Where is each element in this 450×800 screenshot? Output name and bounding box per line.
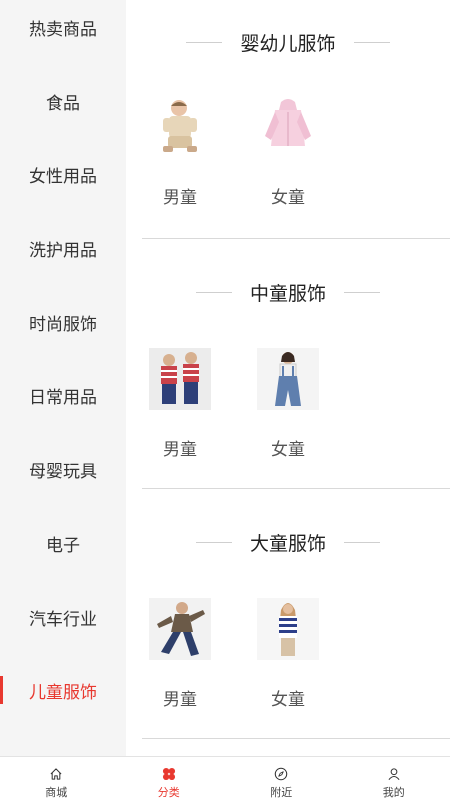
tile-label: 女童 xyxy=(271,188,305,208)
section-big-kids-clothing: 大童服饰 男童 女童 xyxy=(126,500,450,750)
tile-label: 男童 xyxy=(163,188,197,208)
sidebar-item-daily[interactable]: 日常用品 xyxy=(0,375,126,415)
app-root: 热卖商品 食品 女性用品 洗护用品 时尚服饰 日常用品 母婴玩具 电子 汽车行业… xyxy=(0,0,450,800)
tab-label: 我的 xyxy=(382,786,405,799)
section-title-text: 中童服饰 xyxy=(249,282,326,305)
category-sidebar: 热卖商品 食品 女性用品 洗护用品 时尚服饰 日常用品 母婴玩具 电子 汽车行业… xyxy=(0,0,126,756)
product-tile-girl[interactable]: 女童 xyxy=(243,598,333,710)
section-middle-kids-clothing: 中童服饰 男童 女童 xyxy=(126,250,450,500)
compass-icon xyxy=(275,767,288,781)
bottom-tab-bar: 商城 分类 附近 我的 xyxy=(0,756,450,800)
section-title-text: 大童服饰 xyxy=(249,532,326,555)
title-line-left xyxy=(195,291,232,293)
category-content: 婴幼儿服饰 男童 女童 中童服饰 男童 女童 大童服饰 男童 女童 xyxy=(126,0,450,756)
tab-label: 分类 xyxy=(157,786,180,799)
sidebar-item-wash-care[interactable]: 洗护用品 xyxy=(0,228,126,268)
section-infant-clothing: 婴幼儿服饰 男童 女童 xyxy=(126,0,450,250)
title-line-right xyxy=(353,41,390,43)
sidebar-item-hot[interactable]: 热卖商品 xyxy=(0,7,126,47)
baby-boy-clothing-image xyxy=(149,96,211,158)
title-line-right xyxy=(344,541,380,543)
section-title: 大童服饰 xyxy=(126,524,450,560)
girl-denim-overalls-image xyxy=(257,348,319,410)
title-line-left xyxy=(186,41,223,43)
sidebar-item-mother-baby[interactable]: 母婴玩具 xyxy=(0,449,126,489)
user-icon xyxy=(388,768,400,781)
tab-category[interactable]: 分类 xyxy=(113,757,226,800)
product-tile-boy[interactable]: 男童 xyxy=(135,348,225,460)
teen-girl-striped-top-image xyxy=(257,598,319,660)
tile-label: 女童 xyxy=(271,690,305,710)
tab-mall[interactable]: 商城 xyxy=(0,757,113,800)
sidebar-item-women[interactable]: 女性用品 xyxy=(0,154,126,194)
tile-label: 男童 xyxy=(163,440,197,460)
title-line-left xyxy=(195,541,232,543)
section-divider xyxy=(142,238,450,239)
tab-mine[interactable]: 我的 xyxy=(338,757,450,800)
product-tile-boy[interactable]: 男童 xyxy=(135,96,225,208)
tab-nearby[interactable]: 附近 xyxy=(225,757,338,800)
section-title: 婴幼儿服饰 xyxy=(126,24,450,60)
sidebar-item-auto[interactable]: 汽车行业 xyxy=(0,597,126,637)
sidebar-item-electronics[interactable]: 电子 xyxy=(0,523,126,563)
section-title: 中童服饰 xyxy=(126,274,450,310)
tab-label: 附近 xyxy=(270,786,293,799)
product-tile-girl[interactable]: 女童 xyxy=(243,348,333,460)
product-tile-boy[interactable]: 男童 xyxy=(135,598,225,710)
tile-label: 女童 xyxy=(271,440,305,460)
product-tile-girl[interactable]: 女童 xyxy=(243,96,333,208)
category-icon xyxy=(162,767,175,781)
tile-label: 男童 xyxy=(163,690,197,710)
boys-striped-shirt-image xyxy=(149,348,211,410)
section-divider xyxy=(142,738,450,739)
sidebar-item-kids-clothing[interactable]: 儿童服饰 xyxy=(0,670,126,710)
title-line-right xyxy=(344,291,380,293)
section-title-text: 婴幼儿服饰 xyxy=(240,32,336,55)
sidebar-item-food[interactable]: 食品 xyxy=(0,81,126,121)
baby-girl-jacket-image xyxy=(257,96,319,158)
teen-boy-jacket-image xyxy=(149,598,211,660)
section-divider xyxy=(142,488,450,489)
tab-label: 商城 xyxy=(45,786,68,799)
home-icon xyxy=(50,768,62,780)
sidebar-item-fashion[interactable]: 时尚服饰 xyxy=(0,302,126,342)
